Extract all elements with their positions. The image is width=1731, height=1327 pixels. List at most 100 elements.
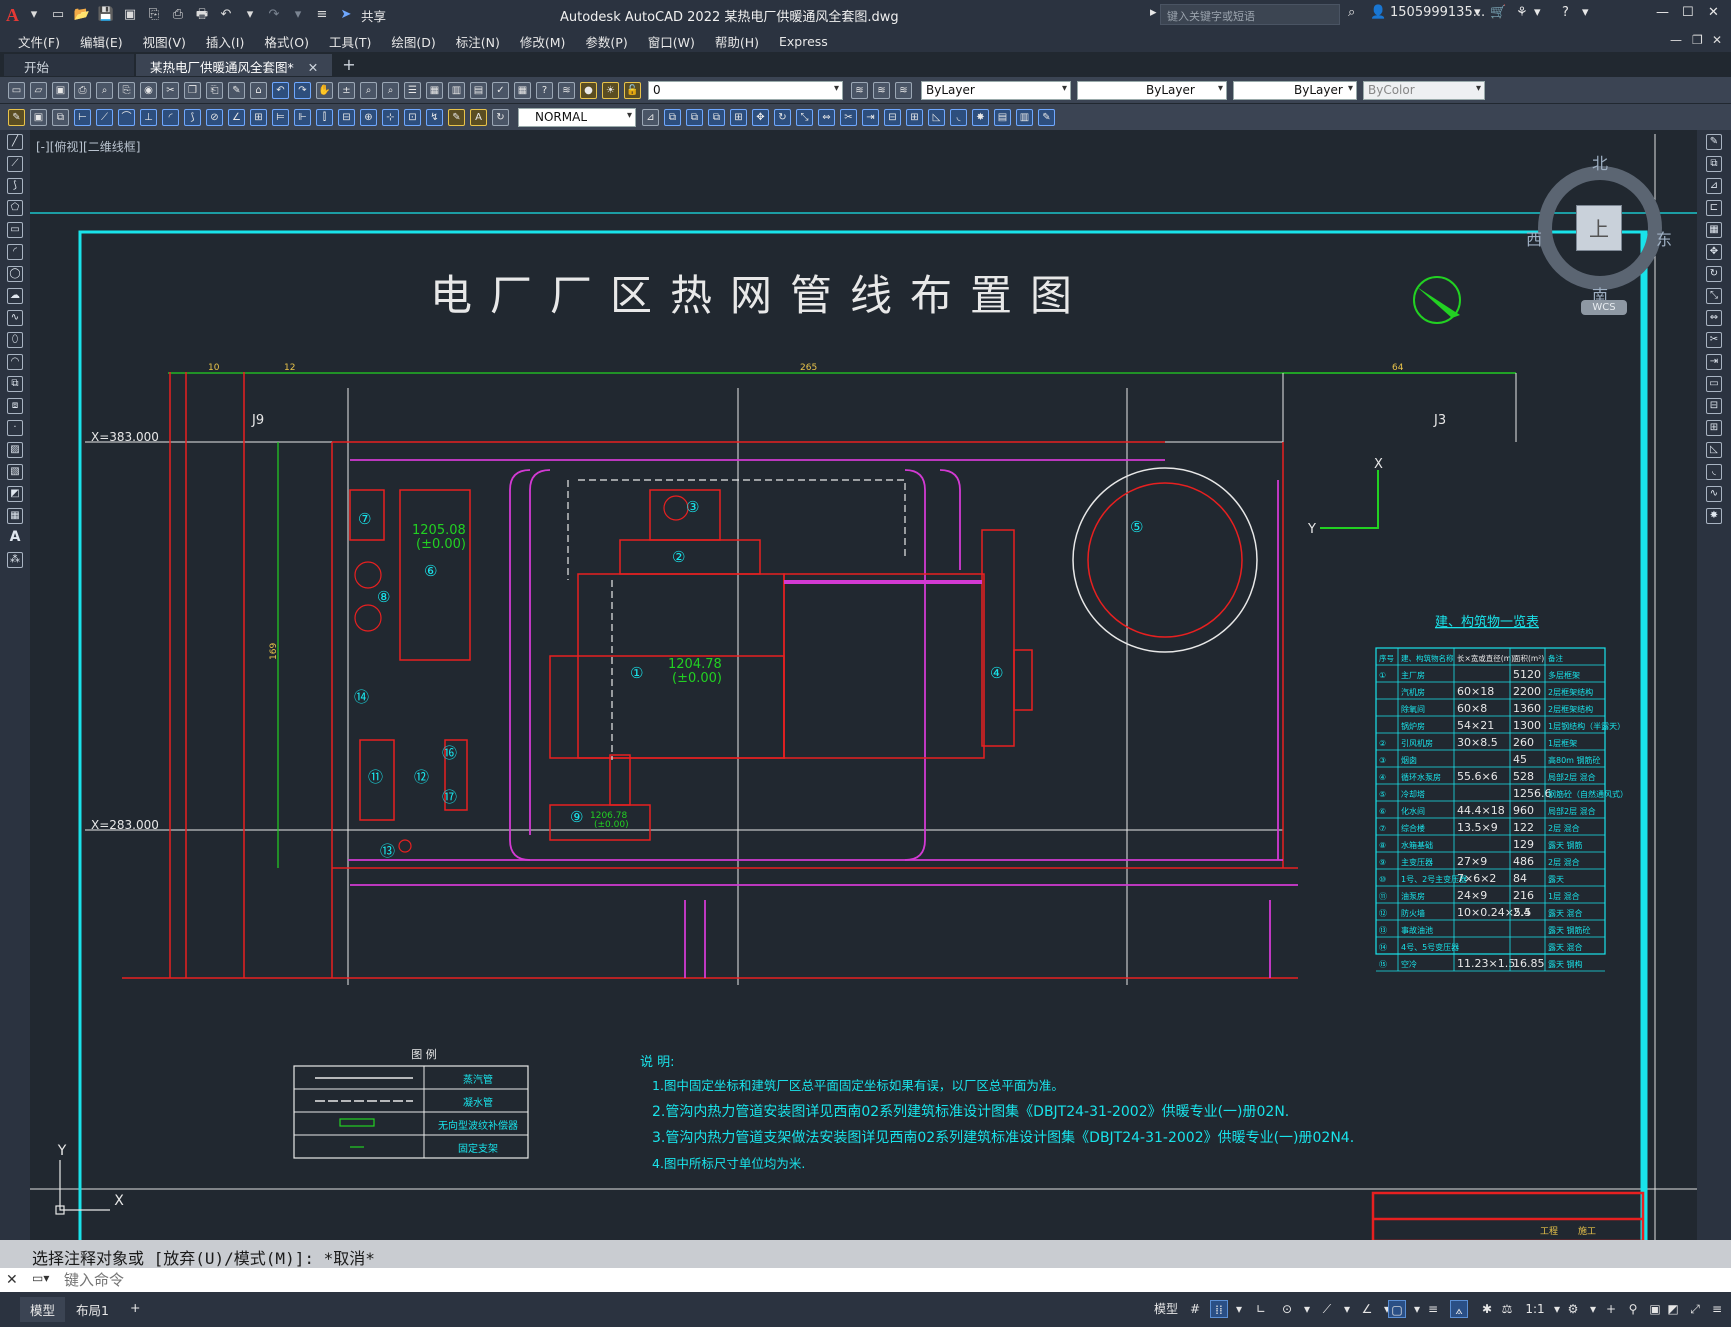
- break-icon[interactable]: ⊟: [1706, 398, 1722, 414]
- undo-icon[interactable]: ↶: [272, 81, 289, 99]
- new-icon[interactable]: ▭: [8, 81, 25, 99]
- undo-icon[interactable]: ↶: [217, 6, 235, 24]
- hatch-icon[interactable]: ▨: [7, 442, 23, 458]
- snap-icon[interactable]: ⁞⁞: [1210, 1300, 1228, 1318]
- open-file-icon[interactable]: 📂: [73, 6, 91, 24]
- fillet-icon[interactable]: ◟: [950, 108, 967, 126]
- explode-icon[interactable]: ✸: [972, 108, 989, 126]
- autodesk-app-icon[interactable]: ⚘: [1516, 5, 1528, 20]
- close-button[interactable]: ✕: [1708, 5, 1719, 20]
- break-at-point-icon[interactable]: ▭: [1706, 376, 1722, 392]
- dim-jogged-icon[interactable]: ⟆: [184, 108, 201, 126]
- doc-restore-icon[interactable]: ❐: [1692, 33, 1703, 47]
- extend-icon[interactable]: ⇥: [862, 108, 879, 126]
- wcs-menu[interactable]: WCS: [1581, 300, 1627, 315]
- text-edit-icon[interactable]: ✎: [1038, 108, 1055, 126]
- array-icon[interactable]: ▦: [1706, 222, 1722, 238]
- layer-freeze-icon[interactable]: ☀: [602, 81, 619, 99]
- publish-icon[interactable]: ⎘: [118, 81, 135, 99]
- dim-ordinate-icon[interactable]: ⊥: [140, 108, 157, 126]
- plotstyle-dropdown[interactable]: ByColor ▾: [1363, 80, 1485, 100]
- save-icon[interactable]: ▣: [52, 81, 69, 99]
- insert-block-icon[interactable]: ▣: [30, 108, 47, 126]
- point-icon[interactable]: ·: [7, 420, 23, 436]
- save-web-icon[interactable]: ⎙: [169, 6, 187, 24]
- snap-dropdown-icon[interactable]: ▾: [1230, 1300, 1248, 1318]
- open-icon[interactable]: ▱: [30, 81, 47, 99]
- quick-properties-icon[interactable]: ▣: [1646, 1300, 1664, 1318]
- dim-aligned-icon[interactable]: ⟋: [96, 108, 113, 126]
- menu-file[interactable]: 文件(F): [0, 32, 70, 51]
- layer-dropdown[interactable]: 0 ▾: [648, 80, 843, 100]
- dim-update-icon[interactable]: ↻: [492, 108, 509, 126]
- copy-obj-icon[interactable]: ⧉: [664, 108, 681, 126]
- tab-document[interactable]: 某热电厂供暖通风全套图* ✕: [136, 54, 333, 76]
- pan-icon[interactable]: ✋: [316, 81, 333, 99]
- 3d-print-icon[interactable]: ◉: [140, 81, 157, 99]
- dim-diameter-icon[interactable]: ⊘: [206, 108, 223, 126]
- properties-match-icon[interactable]: ▤: [994, 108, 1011, 126]
- workspace-dropdown-icon[interactable]: ▾: [1584, 1300, 1602, 1318]
- dim-arc-icon[interactable]: ⌒: [118, 108, 135, 126]
- app-menu-chevron-icon[interactable]: ▾: [25, 6, 43, 24]
- otrack-icon[interactable]: ∠: [1358, 1300, 1376, 1318]
- help-icon[interactable]: ?: [1562, 5, 1569, 20]
- menu-tools[interactable]: 工具(T): [319, 32, 381, 51]
- gradient-icon[interactable]: ▧: [7, 464, 23, 480]
- copy-icon[interactable]: ❐: [184, 81, 201, 99]
- 3d-osnap-icon[interactable]: ✱: [1478, 1300, 1496, 1318]
- workspace-icon[interactable]: ⚙: [1564, 1300, 1582, 1318]
- ellipse-icon[interactable]: ⬯: [7, 332, 23, 348]
- undo-dropdown-icon[interactable]: ▾: [241, 6, 259, 24]
- cart-icon[interactable]: 🛒: [1490, 5, 1506, 20]
- new-tab-icon[interactable]: +: [342, 55, 355, 76]
- layer-lock-icon[interactable]: 🔓: [624, 81, 641, 99]
- save-icon[interactable]: 💾: [97, 6, 115, 24]
- tolerance-icon[interactable]: ⊕: [360, 108, 377, 126]
- table-icon[interactable]: ▦: [7, 508, 23, 524]
- lineweight-icon[interactable]: ≡: [1424, 1300, 1442, 1318]
- share-label[interactable]: 共享: [361, 6, 386, 25]
- tab-model[interactable]: 模型: [20, 1297, 66, 1322]
- polar-dropdown-icon[interactable]: ▾: [1298, 1300, 1316, 1318]
- app-dropdown-icon[interactable]: ▾: [1534, 5, 1541, 20]
- trim-icon[interactable]: ✂: [840, 108, 857, 126]
- doc-minimize-icon[interactable]: —: [1670, 33, 1682, 47]
- make-block-icon[interactable]: ⧈: [7, 398, 23, 414]
- mirror-icon[interactable]: ⧉: [686, 108, 703, 126]
- spline-icon[interactable]: ∿: [7, 310, 23, 326]
- new-file-icon[interactable]: ▭: [49, 6, 67, 24]
- draworder-icon[interactable]: ▥: [1016, 108, 1033, 126]
- selection-cycling-icon[interactable]: ⟑: [1450, 1300, 1468, 1318]
- extend-icon[interactable]: ⇥: [1706, 354, 1722, 370]
- offset-icon[interactable]: ⊏: [1706, 200, 1722, 216]
- ortho-icon[interactable]: ∟: [1252, 1300, 1270, 1318]
- trim-icon[interactable]: ✂: [1706, 332, 1722, 348]
- dim-break-icon[interactable]: ⊟: [338, 108, 355, 126]
- polygon-icon[interactable]: ⬠: [7, 200, 23, 216]
- share-icon[interactable]: ➤: [337, 6, 355, 24]
- properties-icon[interactable]: ☰: [404, 81, 421, 99]
- user-name[interactable]: 1505999135...: [1390, 5, 1485, 20]
- edit-tool-icon[interactable]: ✎: [8, 108, 25, 126]
- erase-icon[interactable]: ✎: [1706, 134, 1722, 150]
- quickcalc-icon[interactable]: ▦: [514, 81, 531, 99]
- match-properties-icon[interactable]: ✎: [228, 81, 245, 99]
- command-line-close-icon[interactable]: ✕: [6, 1272, 18, 1288]
- break-icon[interactable]: ⊟: [884, 108, 901, 126]
- customize-qat-icon[interactable]: ≡: [313, 6, 331, 24]
- polar-icon[interactable]: ⊙: [1278, 1300, 1296, 1318]
- annotation-scale[interactable]: 1:1: [1522, 1300, 1548, 1318]
- dim-radius-icon[interactable]: ◜: [162, 108, 179, 126]
- command-line[interactable]: ✕ ▭▾: [0, 1268, 1731, 1292]
- inspection-icon[interactable]: ⊡: [404, 108, 421, 126]
- isodraft-dropdown-icon[interactable]: ▾: [1338, 1300, 1356, 1318]
- mtext-icon[interactable]: A: [7, 530, 23, 546]
- blend-icon[interactable]: ∿: [1706, 486, 1722, 502]
- menu-window[interactable]: 窗口(W): [638, 32, 705, 51]
- dim-linear-icon[interactable]: ⊢: [74, 108, 91, 126]
- dim-text-edit-icon[interactable]: A: [470, 108, 487, 126]
- maximize-button[interactable]: ☐: [1682, 5, 1694, 20]
- menu-draw[interactable]: 绘图(D): [381, 32, 445, 51]
- osnap-icon[interactable]: ▢: [1388, 1300, 1406, 1318]
